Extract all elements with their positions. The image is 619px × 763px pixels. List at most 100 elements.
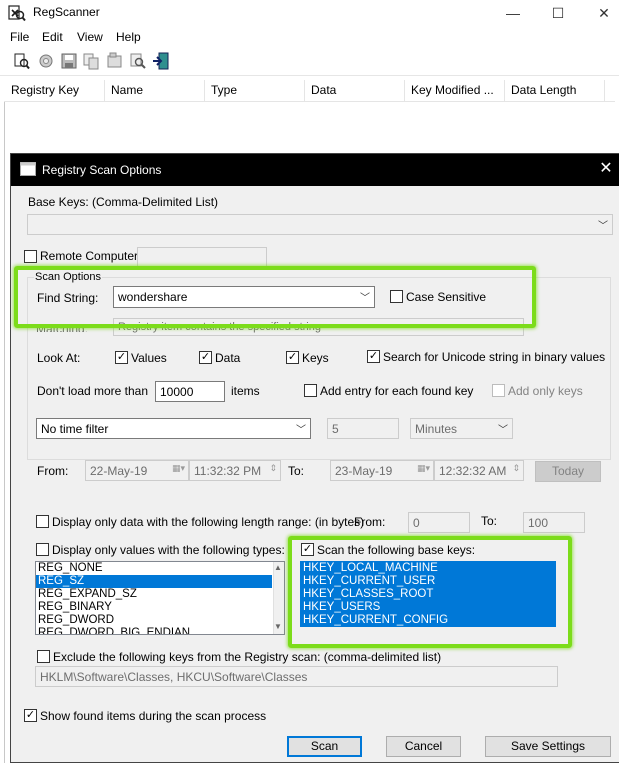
base-keys-highlight [288,536,572,648]
length-from-label: From: [354,515,386,529]
calendar-dropdown-icon: ▦▾ [171,463,185,473]
regscanner-app-icon [8,5,26,22]
list-item[interactable]: REG_DWORD_BIG_ENDIAN [36,627,284,634]
unicode-search-label: Search for Unicode string in binary valu… [383,350,606,364]
time-filter-combo[interactable]: No time filter ﹀ [36,418,311,439]
list-item[interactable]: REG_DWORD [36,614,284,627]
list-item[interactable]: REG_SZ [36,575,272,588]
time-unit-combo[interactable]: Minutes ﹀ [410,418,513,439]
time-amount-input[interactable]: 5 [327,418,399,439]
remote-computer-checkbox[interactable] [24,250,37,263]
today-button[interactable]: Today [535,461,601,482]
scroll-down-icon[interactable]: ▼ [274,622,282,631]
look-values-label: Values [131,351,167,365]
column-separator[interactable] [304,80,305,102]
list-item[interactable]: REG_NONE [36,562,284,575]
base-keys-label: Base Keys: (Comma-Delimited List) [28,195,219,209]
items-label: items [231,384,260,398]
column-type[interactable]: Type [211,83,237,97]
add-entry-checkbox[interactable] [304,384,317,397]
chevron-down-icon: ﹀ [498,425,508,436]
remote-computer-input[interactable] [137,247,267,267]
menu-edit[interactable]: Edit [42,30,63,44]
length-to-label: To: [481,514,498,528]
dialog-title: Registry Scan Options [42,163,162,177]
from-time-picker[interactable]: 11:32:32 PM ⇕ [189,460,281,481]
list-item[interactable]: REG_BINARY [36,601,284,614]
dont-load-label: Don't load more than [37,384,149,398]
window-title: RegScanner [33,5,100,19]
chevron-down-icon: ﹀ [598,221,608,232]
exit-icon[interactable] [152,52,170,70]
look-keys-label: Keys [302,351,329,365]
save-settings-button[interactable]: Save Settings [485,736,611,757]
column-separator[interactable] [204,80,205,102]
look-keys-checkbox[interactable]: ✓ [286,351,299,364]
column-registry-key[interactable]: Registry Key [11,83,79,97]
dialog-close-button[interactable]: ✕ [596,158,616,178]
minimize-button[interactable]: — [498,2,528,24]
find-string-highlight [14,266,536,328]
maximize-button[interactable]: ☐ [543,2,573,24]
unicode-search-checkbox[interactable]: ✓ [367,350,380,363]
add-entry-label: Add entry for each found key [320,384,474,398]
max-items-input[interactable]: 10000 [155,381,225,402]
properties-icon[interactable] [106,52,124,70]
spinner-icon: ⇕ [512,463,520,473]
column-data[interactable]: Data [311,83,336,97]
value-types-label: Display only values with the following t… [52,543,285,557]
length-from-input[interactable]: 0 [408,512,470,533]
chevron-down-icon: ﹀ [296,425,306,436]
scroll-up-icon[interactable]: ▲ [274,563,282,572]
length-range-checkbox[interactable] [36,515,49,528]
look-at-label: Look At: [37,351,81,365]
cancel-button[interactable]: Cancel [386,736,461,757]
value-types-checkbox[interactable] [36,543,49,556]
column-separator[interactable] [604,80,605,102]
refresh-icon[interactable] [37,52,55,70]
from-date-picker[interactable]: 22-May-19 ▦▾ [85,460,189,481]
to-date-value: 23-May-19 [335,464,393,478]
show-found-label: Show found items during the scan process [40,709,267,723]
length-range-label: Display only data with the following len… [52,515,365,529]
value-types-list[interactable]: REG_NONE REG_SZ REG_EXPAND_SZ REG_BINARY… [35,561,285,635]
length-to-input[interactable]: 100 [523,512,585,533]
exclude-keys-label: Exclude the following keys from the Regi… [53,650,442,664]
from-time-value: 11:32:32 PM [194,464,262,478]
menu-help[interactable]: Help [116,30,141,44]
menu-file[interactable]: File [10,30,29,44]
look-data-checkbox[interactable]: ✓ [199,351,212,364]
list-item[interactable]: REG_EXPAND_SZ [36,588,284,601]
scan-options-icon[interactable] [13,52,31,70]
to-time-value: 12:32:32 AM [439,464,507,478]
menu-view[interactable]: View [77,30,103,44]
find-icon[interactable] [129,52,147,70]
column-separator[interactable] [504,80,505,102]
time-filter-value: No time filter [41,422,109,436]
calendar-dropdown-icon: ▦▾ [416,463,430,473]
save-disk-icon[interactable] [60,52,78,70]
exclude-keys-checkbox[interactable] [37,650,50,663]
window-close-button[interactable]: ✕ [589,2,619,24]
copy-icon[interactable] [82,52,100,70]
column-name[interactable]: Name [111,83,143,97]
show-found-checkbox[interactable]: ✓ [24,709,37,722]
column-separator[interactable] [404,80,405,102]
look-values-checkbox[interactable]: ✓ [115,351,128,364]
add-only-keys-checkbox[interactable] [492,384,505,397]
dialog-window-icon [20,162,36,176]
base-keys-combo[interactable]: ﹀ [27,214,613,235]
to-time-picker[interactable]: 12:32:32 AM ⇕ [434,460,524,481]
column-data-length[interactable]: Data Length [511,83,576,97]
remote-computer-label: Remote Computer: [40,249,142,263]
to-date-picker[interactable]: 23-May-19 ▦▾ [330,460,434,481]
look-data-label: Data [215,351,241,365]
column-separator[interactable] [104,80,105,102]
spinner-icon: ⇕ [269,463,277,473]
exclude-keys-input[interactable]: HKLM\Software\Classes, HKCU\Software\Cla… [35,666,558,687]
scan-button[interactable]: Scan [287,736,362,757]
to-label: To: [288,464,305,478]
column-key-modified[interactable]: Key Modified ... [411,83,494,97]
from-label: From: [37,464,69,478]
time-unit-value: Minutes [415,422,458,436]
